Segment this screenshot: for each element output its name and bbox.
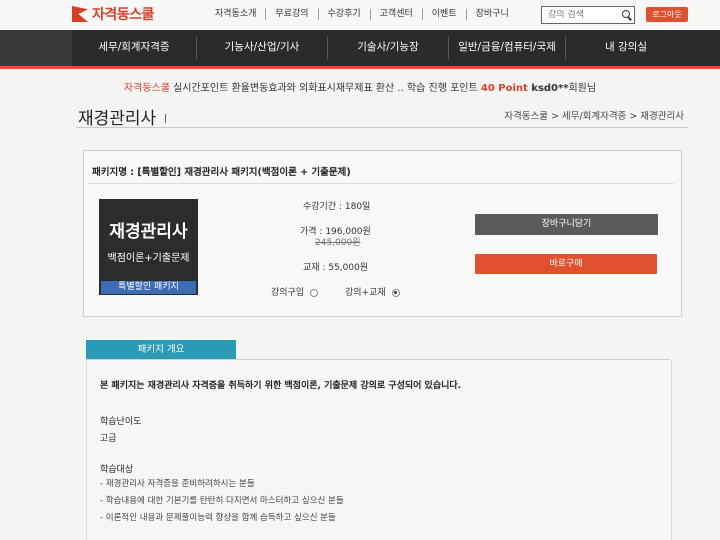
option-lecture-radio[interactable] [310,288,319,297]
add-to-cart-button[interactable]: 장바구니담기 [475,214,658,235]
overview-tab-line [86,359,670,360]
notice-points: 40 Point [480,83,528,94]
study-period: 수강기간 : 180일 [303,202,371,212]
buy-now-button[interactable]: 바로구매 [475,254,657,274]
logo-text: 자격동스쿨 [92,7,154,23]
package-divider [88,183,674,184]
logo-flag-icon [72,6,88,22]
option-lecture-label: 강의구입 [271,288,305,298]
main-nav-my-classroom[interactable]: 내 강의실 [566,30,686,66]
main-nav-accent [0,30,72,66]
thumbnail-band: 특별할인 패키지 [101,281,196,294]
search-box [541,6,635,24]
thumbnail-subtitle: 백점이론+기출문제 [107,253,190,264]
option-lecture-book[interactable]: 강의+교재 [345,285,400,298]
top-nav-about[interactable]: 자격동소개 [206,9,267,20]
breadcrumb[interactable]: 자격동스쿨 > 세무/회계자격증 > 재경관리사 [504,108,684,122]
notice-suffix: 회원님 [568,83,597,94]
search-input[interactable] [548,10,618,20]
top-nav-cart[interactable]: 장바구니 [467,9,518,20]
package-thumbnail: 재경관리사 백점이론+기출문제 특별할인 패키지 [99,199,198,295]
top-nav-customer-center[interactable]: 고객센터 [371,9,423,20]
thumbnail-title: 재경관리사 [109,222,188,242]
book-price: 교재 : 55,000원 [303,263,369,273]
top-nav-events[interactable]: 이벤트 [423,9,467,20]
top-nav: 자격동소개 무료강의 수강후기 고객센터 이벤트 장바구니 [206,9,518,20]
notice-brand: 자격동스쿨 [123,83,170,94]
option-lecture[interactable]: 강의구입 [271,285,319,298]
overview-intro: 본 패키지는 재경관리사 자격증을 취득하기 위한 백점이론, 기출문제 강의로… [100,381,462,391]
site-logo[interactable]: 자격동스쿨 [72,4,154,24]
difficulty-heading: 학습난이도 [100,417,142,427]
top-bar: 자격동스쿨 자격동소개 무료강의 수강후기 고객센터 이벤트 장바구니 로그아웃 [0,0,720,30]
logout-button[interactable]: 로그아웃 [646,7,688,22]
title-divider [165,114,166,123]
list-item: - 학습내용에 대한 기본기를 탄탄히 다지면서 마스터하고 싶으신 분들 [100,496,344,506]
list-item: - 재경관리사 자격증을 준비하려하시는 분들 [100,479,255,489]
target-list: - 재경관리사 자격증을 준비하려하시는 분들 - 학습내용에 대한 기본기를 … [100,476,344,527]
main-nav-general-finance[interactable]: 일반/금융/컴퓨터/국제 [449,30,565,66]
option-lecture-book-label: 강의+교재 [345,288,386,298]
main-nav-engineer[interactable]: 기술사/기능장 [328,30,448,66]
list-item: - 이론적인 내용과 문제풀이능력 향상을 함께 습득하고 싶으신 분들 [100,513,336,523]
search-icon[interactable] [622,10,630,18]
option-lecture-book-radio[interactable] [391,288,400,297]
difficulty-value: 고급 [100,434,117,444]
main-nav-technician[interactable]: 기능사/산업/기사 [197,30,327,66]
top-nav-reviews[interactable]: 수강후기 [319,9,371,20]
page-title: 재경관리사 [78,109,157,129]
notice-user: ksd0** [527,83,569,94]
title-underline [76,127,688,128]
main-nav-tax-accounting[interactable]: 세무/회계자격증 [72,30,196,66]
main-nav: 세무/회계자격증 기능사/산업/기사 기술사/기능장 일반/금융/컴퓨터/국제 … [0,30,720,69]
tab-package-overview[interactable]: 패키지 개요 [86,340,236,359]
notice-text: 실시간포인트 환율변동효과와 외화표시재무제표 환산 .. 학습 진행 포인트 [169,83,481,94]
package-name: 패키지명 : [특별할인] 재경관리사 패키지(백점이론 + 기출문제) [92,167,351,178]
original-price: 245,000원 [315,238,361,248]
notice-banner: 자격동스쿨 실시간포인트 환율변동효과와 외화표시재무제표 환산 .. 학습 진… [0,79,720,94]
top-nav-free-lectures[interactable]: 무료강의 [266,9,319,20]
target-heading: 학습대상 [100,465,134,475]
page: 자격동스쿨 자격동소개 무료강의 수강후기 고객센터 이벤트 장바구니 로그아웃… [0,0,720,540]
